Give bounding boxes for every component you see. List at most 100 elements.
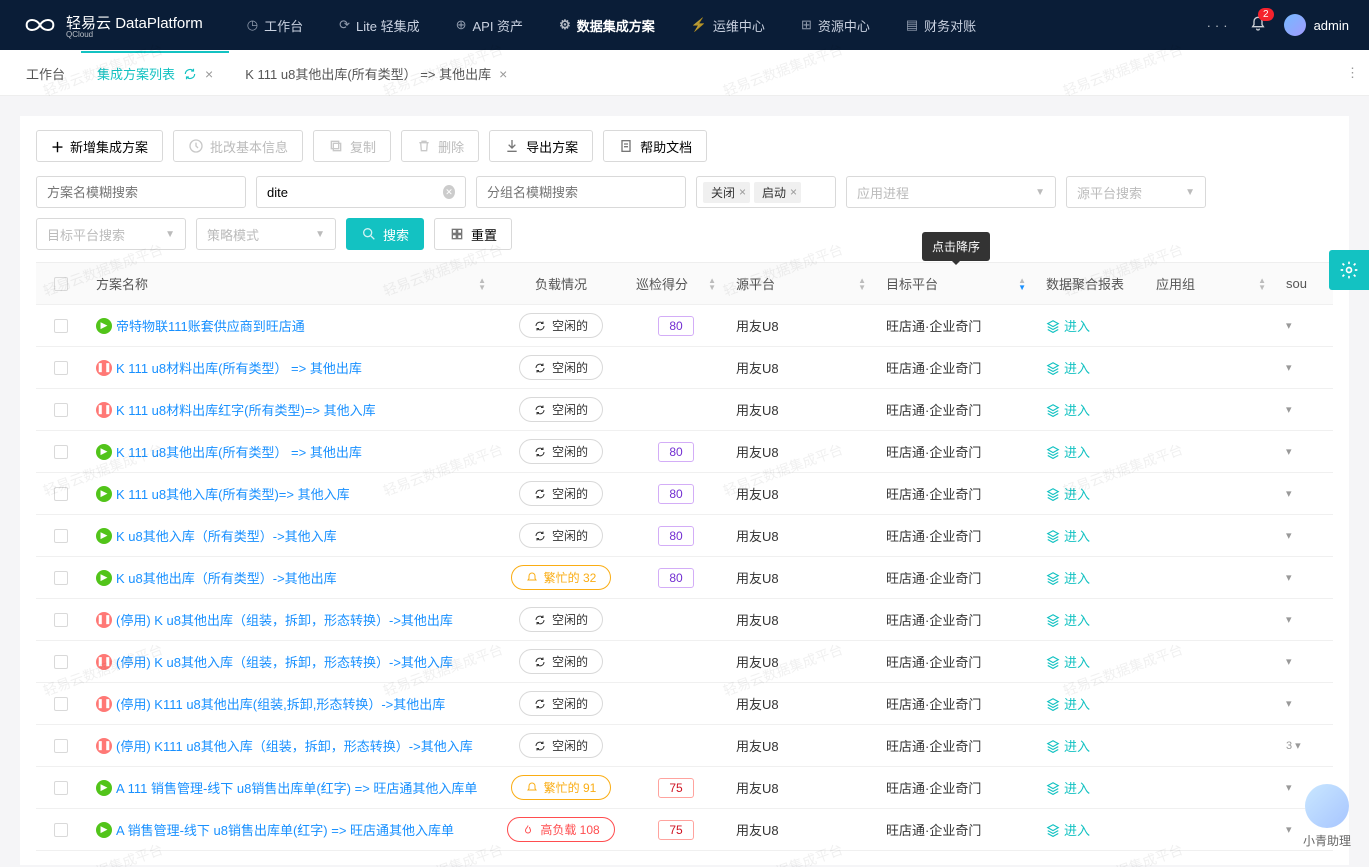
row-checkbox[interactable] xyxy=(54,613,68,627)
topnav-item[interactable]: ▤财务对账 xyxy=(892,0,990,50)
pause-icon[interactable]: ❚❚ xyxy=(96,696,112,712)
row-checkbox[interactable] xyxy=(54,781,68,795)
user-menu[interactable]: admin xyxy=(1284,14,1349,36)
group-search-input[interactable] xyxy=(476,176,686,208)
load-pill[interactable]: 空闲的 xyxy=(519,313,603,338)
topnav-item[interactable]: ⚙数据集成方案 xyxy=(545,0,669,50)
pause-icon[interactable]: ❚❚ xyxy=(96,654,112,670)
row-more[interactable]: ▾ xyxy=(1276,521,1326,550)
play-icon[interactable]: ▶ xyxy=(96,486,112,502)
tab[interactable]: 集成方案列表× xyxy=(81,51,229,95)
enter-link[interactable]: 进入 xyxy=(1046,736,1090,755)
strategy-select[interactable]: 策略模式▼ xyxy=(196,218,336,250)
play-icon[interactable]: ▶ xyxy=(96,780,112,796)
row-checkbox[interactable] xyxy=(54,655,68,669)
row-checkbox[interactable] xyxy=(54,823,68,837)
row-more[interactable]: ▾ xyxy=(1276,605,1326,634)
logo[interactable]: 轻易云 DataPlatform QCloud xyxy=(20,12,203,39)
process-select[interactable]: 应用进程▼ xyxy=(846,176,1056,208)
enter-link[interactable]: 进入 xyxy=(1046,694,1090,713)
topnav-item[interactable]: ⊕API 资产 xyxy=(442,0,537,50)
enter-link[interactable]: 进入 xyxy=(1046,610,1090,629)
col-src[interactable]: 源平台▲▼ xyxy=(726,266,876,301)
col-tgt[interactable]: 目标平台▲▼ 点击降序 xyxy=(876,266,1036,301)
enter-link[interactable]: 进入 xyxy=(1046,484,1090,503)
plan-link[interactable]: K 111 u8材料出库红字(所有类型)=> 其他入库 xyxy=(116,400,376,419)
row-more[interactable]: ▾ xyxy=(1276,353,1326,382)
copy-button[interactable]: 复制 xyxy=(313,130,391,162)
load-pill[interactable]: 繁忙的 91 xyxy=(511,775,612,800)
select-all-checkbox[interactable] xyxy=(54,277,68,291)
row-more[interactable]: ▾ xyxy=(1276,395,1326,424)
load-pill[interactable]: 空闲的 xyxy=(519,691,603,716)
help-button[interactable]: 帮助文档 xyxy=(603,130,707,162)
enter-link[interactable]: 进入 xyxy=(1046,820,1090,839)
load-pill[interactable]: 空闲的 xyxy=(519,607,603,632)
load-pill[interactable]: 空闲的 xyxy=(519,733,603,758)
assistant[interactable]: 小青助理 xyxy=(1303,784,1351,849)
close-icon[interactable]: × xyxy=(499,66,507,82)
load-pill[interactable]: 空闲的 xyxy=(519,481,603,506)
search-button[interactable]: 搜索 xyxy=(346,218,424,250)
topnav-item[interactable]: ⊞资源中心 xyxy=(787,0,884,50)
plan-link[interactable]: 帝特物联111账套供应商到旺店通 xyxy=(116,316,305,335)
tab-more[interactable]: ⋮ xyxy=(1346,65,1359,81)
play-icon[interactable]: ▶ xyxy=(96,570,112,586)
load-pill[interactable]: 高负载 108 xyxy=(507,817,614,842)
play-icon[interactable]: ▶ xyxy=(96,822,112,838)
load-pill[interactable]: 空闲的 xyxy=(519,649,603,674)
row-more[interactable]: 3 ▾ xyxy=(1276,731,1326,760)
row-checkbox[interactable] xyxy=(54,361,68,375)
status-tag-select[interactable]: 关闭× 启动× xyxy=(696,176,836,208)
load-pill[interactable]: 繁忙的 32 xyxy=(511,565,612,590)
close-icon[interactable]: × xyxy=(205,66,213,82)
topnav-item[interactable]: ⟳Lite 轻集成 xyxy=(325,0,433,50)
row-more[interactable]: ▾ xyxy=(1276,311,1326,340)
plan-link[interactable]: K 111 u8其他出库(所有类型） => 其他出库 xyxy=(116,442,362,461)
edit-button[interactable]: 批改基本信息 xyxy=(173,130,303,162)
plan-link[interactable]: K u8其他入库（所有类型）->其他入库 xyxy=(116,526,337,545)
sort-icon[interactable]: ▲▼ xyxy=(858,277,866,291)
plan-link[interactable]: (停用) K111 u8其他入库（组装，拆卸，形态转换）->其他入库 xyxy=(116,736,473,755)
refresh-icon[interactable] xyxy=(183,67,197,81)
play-icon[interactable]: ▶ xyxy=(96,444,112,460)
plan-search-input[interactable] xyxy=(36,176,246,208)
row-more[interactable]: ▾ xyxy=(1276,689,1326,718)
load-pill[interactable]: 空闲的 xyxy=(519,523,603,548)
more-menu-icon[interactable]: ··· xyxy=(1207,18,1232,33)
tag-remove-icon[interactable]: × xyxy=(790,185,797,199)
settings-fab[interactable] xyxy=(1329,250,1369,290)
row-checkbox[interactable] xyxy=(54,571,68,585)
enter-link[interactable]: 进入 xyxy=(1046,400,1090,419)
plan-link[interactable]: (停用) K u8其他出库（组装，拆卸，形态转换）->其他出库 xyxy=(116,610,453,629)
row-more[interactable]: ▾ xyxy=(1276,479,1326,508)
plan-link[interactable]: A 111 销售管理-线下 u8销售出库单(红字) => 旺店通其他入库单 xyxy=(116,778,477,797)
topnav-item[interactable]: ⚡运维中心 xyxy=(677,0,779,50)
enter-link[interactable]: 进入 xyxy=(1046,316,1090,335)
row-more[interactable]: ▾ xyxy=(1276,563,1326,592)
add-plan-button[interactable]: ＋新增集成方案 xyxy=(36,130,163,162)
play-icon[interactable]: ▶ xyxy=(96,528,112,544)
row-checkbox[interactable] xyxy=(54,403,68,417)
plan-link[interactable]: K 111 u8材料出库(所有类型） => 其他出库 xyxy=(116,358,362,377)
row-checkbox[interactable] xyxy=(54,739,68,753)
row-checkbox[interactable] xyxy=(54,529,68,543)
row-checkbox[interactable] xyxy=(54,319,68,333)
target-platform-select[interactable]: 目标平台搜索▼ xyxy=(36,218,186,250)
export-button[interactable]: 导出方案 xyxy=(489,130,593,162)
play-icon[interactable]: ▶ xyxy=(96,318,112,334)
col-plan[interactable]: 方案名称▲▼ xyxy=(86,266,496,301)
sort-icon[interactable]: ▲▼ xyxy=(708,277,716,291)
plan-link[interactable]: A 销售管理-线下 u8销售出库单(红字) => 旺店通其他入库单 xyxy=(116,820,454,839)
sort-icon[interactable]: ▲▼ xyxy=(1258,277,1266,291)
row-checkbox[interactable] xyxy=(54,487,68,501)
plan-link[interactable]: (停用) K111 u8其他出库(组装,拆卸,形态转换）->其他出库 xyxy=(116,694,445,713)
sort-icon[interactable]: ▲▼ xyxy=(478,277,486,291)
enter-link[interactable]: 进入 xyxy=(1046,442,1090,461)
plan-link[interactable]: K u8其他出库（所有类型）->其他出库 xyxy=(116,568,337,587)
load-pill[interactable]: 空闲的 xyxy=(519,439,603,464)
plan-link[interactable]: K 111 u8其他入库(所有类型)=> 其他入库 xyxy=(116,484,350,503)
pause-icon[interactable]: ❚❚ xyxy=(96,402,112,418)
tab[interactable]: 工作台 xyxy=(10,51,81,95)
topnav-item[interactable]: ◷工作台 xyxy=(233,0,317,50)
